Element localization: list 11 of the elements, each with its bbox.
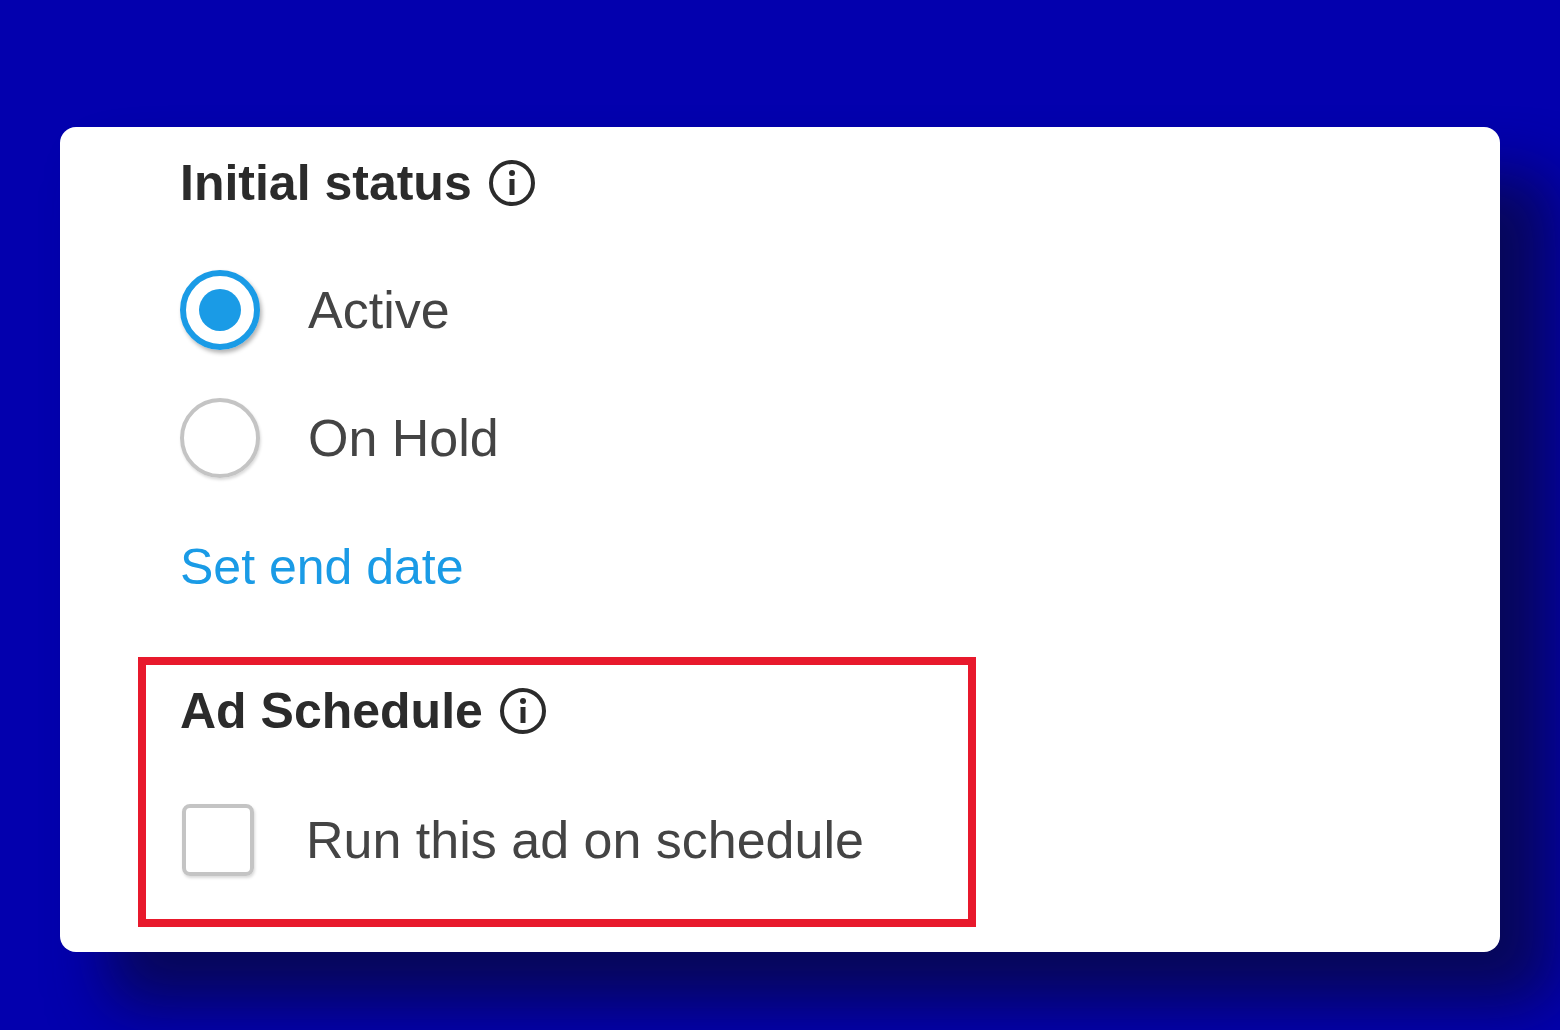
radio-label: Active bbox=[308, 280, 450, 340]
info-icon bbox=[487, 159, 536, 207]
info-icon bbox=[498, 687, 547, 735]
radio-button[interactable] bbox=[180, 270, 260, 350]
checkbox-label: Run this ad on schedule bbox=[306, 810, 864, 870]
checkbox[interactable] bbox=[182, 804, 254, 876]
section-title: Initial status bbox=[180, 154, 472, 213]
set-end-date-link[interactable]: Set end date bbox=[180, 537, 1500, 597]
radio-label: On Hold bbox=[308, 408, 499, 468]
section-title: Ad Schedule bbox=[180, 682, 483, 741]
radio-button[interactable] bbox=[180, 398, 260, 478]
